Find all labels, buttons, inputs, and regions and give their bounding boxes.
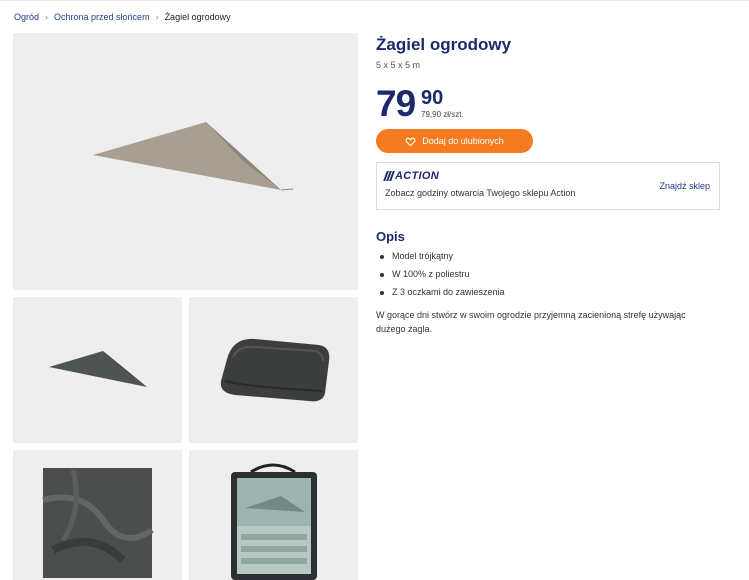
price-per-unit: 79,90 zł/szt. [421,110,464,119]
feature-list: Model trójkątny W 100% z poliestru Z 3 o… [376,251,505,305]
breadcrumb: Ogród › Ochrona przed słońcem › Żagiel o… [14,12,231,22]
breadcrumb-link-garden[interactable]: Ogród [14,12,39,22]
action-logo-bars-icon [383,171,395,181]
add-to-favorites-button[interactable]: Dodaj do ulubionych [376,129,533,153]
bullet-icon [380,273,384,277]
product-thumbnail-3[interactable] [13,450,182,580]
sail-grey-image [49,351,147,387]
add-to-favorites-label: Dodaj do ulubionych [422,136,504,146]
bullet-icon [380,255,384,259]
list-item: Z 3 oczkami do zawieszenia [376,287,505,305]
breadcrumb-current: Żagiel ogrodowy [164,12,231,22]
feature-text: Model trójkątny [392,251,454,261]
top-divider [0,0,749,1]
heart-icon [405,137,416,146]
product-thumbnail-1[interactable] [13,297,182,443]
price-whole: 79 [376,83,416,124]
bullet-icon [380,291,384,295]
store-hours-text: Zobacz godziny otwarcia Twojego sklepu A… [385,188,576,198]
breadcrumb-link-sun-protection[interactable]: Ochrona przed słońcem [54,12,150,22]
action-logo: ACTION [383,170,439,182]
fabric-texture-image [42,468,154,578]
price-cents: 90 [421,87,444,109]
folded-sail-image [220,338,330,402]
feature-text: Z 3 oczkami do zawieszenia [392,287,505,297]
sail-beige-image [93,122,294,191]
find-store-link[interactable]: Znajdź sklep [659,181,710,191]
product-main-image[interactable] [13,33,358,290]
product-title: Żagiel ogrodowy [376,35,512,54]
product-size: 5 x 5 x 5 m [376,60,421,70]
chevron-right-icon: › [155,12,159,22]
description-title: Opis [376,229,405,244]
description-text: W gorące dni stwórz w swoim ogrodzie prz… [376,310,686,334]
action-logo-text: ACTION [395,170,439,182]
feature-text: W 100% z poliestru [392,269,470,279]
product-thumbnail-2[interactable] [189,297,358,443]
list-item: W 100% z poliestru [376,269,505,287]
product-thumbnail-4[interactable] [189,450,358,580]
store-info-box: ACTION Zobacz godziny otwarcia Twojego s… [376,162,720,210]
packaging-bag-image [231,463,317,580]
chevron-right-icon: › [45,12,49,22]
list-item: Model trójkątny [376,251,505,269]
